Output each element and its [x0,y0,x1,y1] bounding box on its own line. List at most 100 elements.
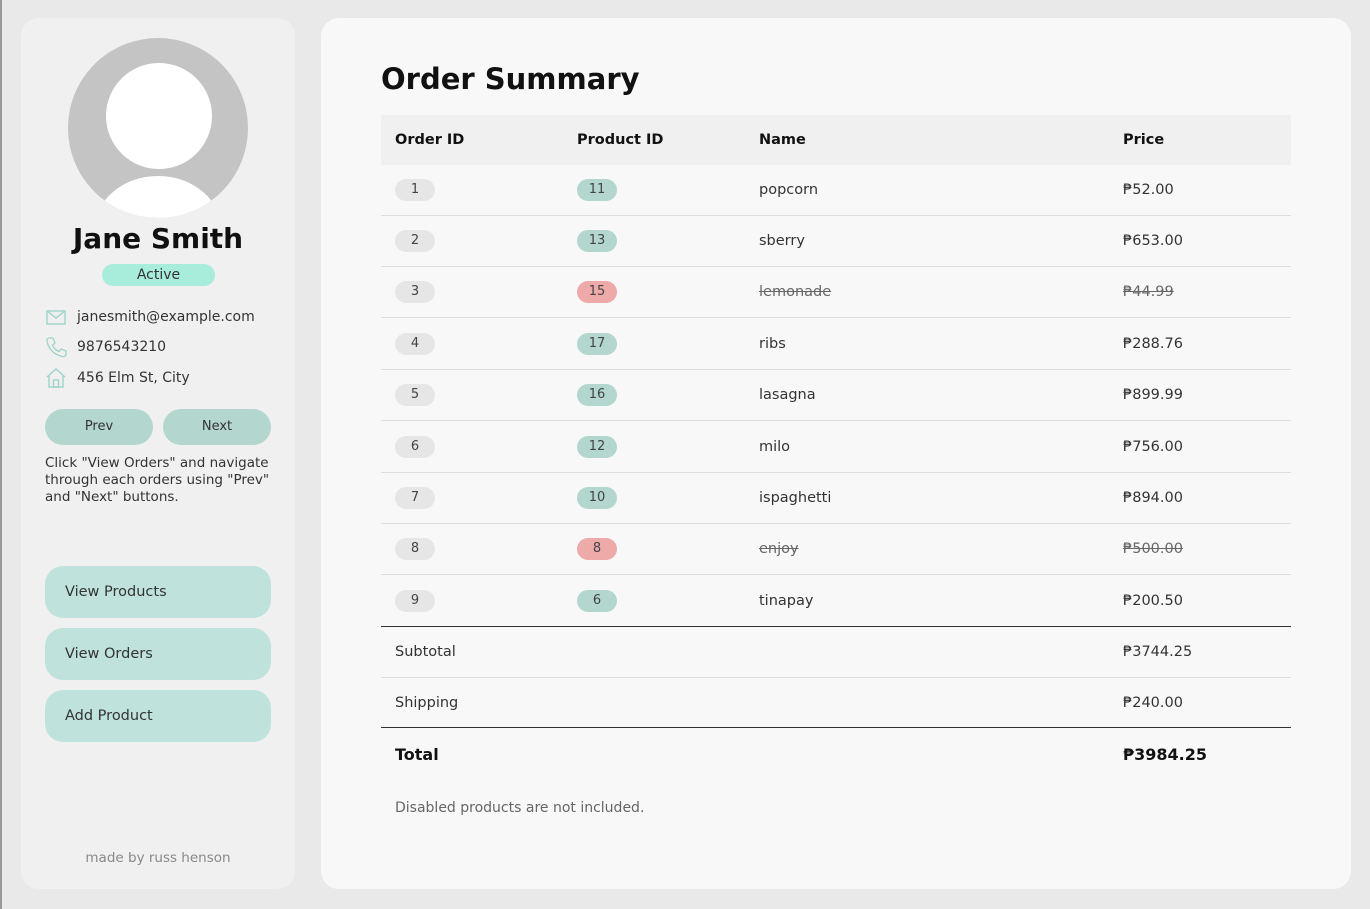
order-id-cell: 3 [381,281,563,303]
product-price: ₱500.00 [1123,541,1183,557]
profile-sidebar: Jane Smith Active janesmith@example.com … [21,18,295,889]
product-id-badge: 17 [577,332,617,355]
phone-text: 9876543210 [77,339,167,355]
phone-icon [46,337,67,358]
order-id-badge: 1 [395,179,435,201]
product-name: lemonade [759,284,832,300]
product-price: ₱44.99 [1123,284,1174,300]
product-name: ispaghetti [759,490,832,506]
product-name: sberry [759,233,805,249]
order-id-cell: 5 [381,384,563,406]
product-id-badge: 13 [577,230,617,252]
credit-text: made by russ henson [85,850,231,866]
email-text: janesmith@example.com [77,309,255,325]
column-header: Name [759,132,806,148]
order-id-badge: 9 [395,589,435,612]
product-id-cell: 6 [563,589,745,612]
table-row: 1 11 popcorn ₱52.00 [381,165,1291,216]
navigation-hint: Click "View Orders" and navigate through… [45,455,270,505]
product-id-cell: 16 [563,384,745,406]
product-id-cell: 11 [563,179,745,201]
order-id-badge: 7 [395,487,435,509]
product-id-badge: 10 [577,487,617,509]
product-price: ₱756.00 [1123,438,1183,455]
column-header: Price [1123,132,1165,148]
product-id-badge: 16 [577,384,617,406]
mail-icon [46,310,66,325]
page-title: Order Summary [381,62,640,96]
product-id-badge: 6 [577,589,617,612]
contact-email: janesmith@example.com [45,306,285,328]
disabled-note: Disabled products are not included. [395,800,645,816]
product-name: tinapay [759,592,814,609]
subtotal-value: ₱3744.25 [1123,644,1193,660]
home-icon [46,368,66,388]
product-id-cell: 10 [563,487,745,509]
order-id-badge: 6 [395,435,435,458]
table-row: 2 13 sberry ₱653.00 [381,216,1291,267]
order-id-badge: 4 [395,332,435,355]
contact-address: 456 Elm St, City [45,367,285,389]
product-price: ₱894.00 [1123,490,1183,506]
window-edge [0,0,2,909]
product-id-badge: 15 [577,281,617,303]
total-label: Total [395,744,439,764]
product-id-cell: 8 [563,538,745,560]
order-id-badge: 8 [395,538,435,560]
product-name: milo [759,438,791,455]
order-id-cell: 8 [381,538,563,560]
table-row: 3 15 lemonade ₱44.99 [381,267,1291,318]
product-price: ₱288.76 [1123,335,1183,352]
table-row: 5 16 lasagna ₱899.99 [381,370,1291,421]
product-id-cell: 17 [563,332,745,355]
subtotal-label: Subtotal [395,644,456,660]
order-id-cell: 1 [381,179,563,201]
shipping-value: ₱240.00 [1123,694,1183,711]
order-id-badge: 5 [395,384,435,406]
add-product-button[interactable]: Add Product [45,690,271,742]
product-name: enjoy [759,541,799,557]
user-name: Jane Smith [72,222,244,255]
order-id-cell: 6 [381,435,563,458]
view-orders-button[interactable]: View Orders [45,628,271,680]
order-id-badge: 3 [395,281,435,303]
product-price: ₱899.99 [1123,387,1183,403]
column-header: Order ID [395,132,465,148]
table-row: 9 6 tinapay ₱200.50 [381,575,1291,626]
order-table: Order ID Product ID Name Price 1 11 popcor… [381,115,1291,780]
product-name: lasagna [759,387,816,403]
table-row: 6 12 milo ₱756.00 [381,421,1291,473]
product-id-cell: 15 [563,281,745,303]
product-price: ₱52.00 [1123,182,1174,198]
status-badge: Active [102,264,215,286]
order-id-cell: 7 [381,487,563,509]
contact-phone: 9876543210 [45,336,285,358]
table-row: 7 10 ispaghetti ₱894.00 [381,473,1291,524]
order-rows: 1 11 popcorn ₱52.00 2 13 sberry ₱653.00 3 15 lemon… [381,165,1291,626]
product-price: ₱200.50 [1123,592,1183,609]
order-id-cell: 2 [381,230,563,252]
product-name: popcorn [759,182,819,198]
product-name: ribs [759,335,786,352]
prev-button[interactable]: Prev [45,409,153,445]
column-header: Product ID [577,132,664,148]
total-row: Total ₱3984.25 [381,728,1291,780]
order-id-cell: 4 [381,332,563,355]
product-id-cell: 13 [563,230,745,252]
product-id-cell: 12 [563,435,745,458]
order-id-badge: 2 [395,230,435,252]
subtotal-row: Subtotal ₱3744.25 [381,627,1291,678]
table-header: Order ID Product ID Name Price [381,115,1291,165]
product-id-badge: 12 [577,435,617,458]
product-id-badge: 11 [577,179,617,201]
product-id-badge: 8 [577,538,617,560]
view-products-button[interactable]: View Products [45,566,271,618]
next-button[interactable]: Next [163,409,271,445]
total-value: ₱3984.25 [1123,744,1208,764]
order-summary-panel: Order Summary Order ID Product ID Name P… [321,18,1351,889]
address-text: 456 Elm St, City [77,370,190,386]
order-id-cell: 9 [381,589,563,612]
table-row: 4 17 ribs ₱288.76 [381,318,1291,370]
product-price: ₱653.00 [1123,233,1183,249]
shipping-row: Shipping ₱240.00 [381,678,1291,728]
